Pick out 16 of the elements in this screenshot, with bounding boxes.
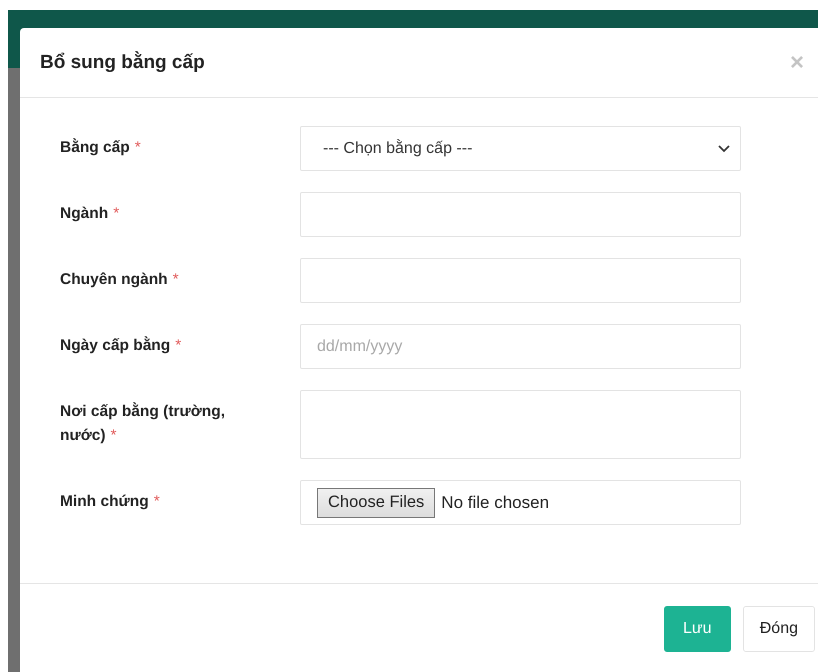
textarea-field[interactable] — [300, 390, 741, 459]
field-label: Ngày cấp bằng * — [60, 335, 182, 356]
field-label: Chuyên ngành * — [60, 270, 180, 290]
field-label: Bằng cấp * — [60, 137, 142, 158]
select-field[interactable]: --- Chọn bằng cấp --- — [300, 126, 741, 171]
close-dialog-button[interactable]: Đóng — [742, 606, 815, 652]
field-label: Nơi cấp bằng (trường, nước) * — [60, 401, 226, 446]
date-field[interactable]: dd/mm/yyyy — [300, 324, 741, 369]
chevron-down-icon — [718, 144, 730, 152]
file-status: No file chosen — [441, 492, 550, 512]
input-field[interactable] — [300, 192, 741, 237]
field-label: Minh chứng * — [60, 492, 161, 512]
modal-title: Bổ sung bằng cấp — [40, 52, 205, 74]
field-label: Ngành * — [60, 204, 120, 224]
choose-files-button[interactable]: Choose Files — [317, 488, 436, 518]
input-field[interactable] — [300, 258, 741, 303]
